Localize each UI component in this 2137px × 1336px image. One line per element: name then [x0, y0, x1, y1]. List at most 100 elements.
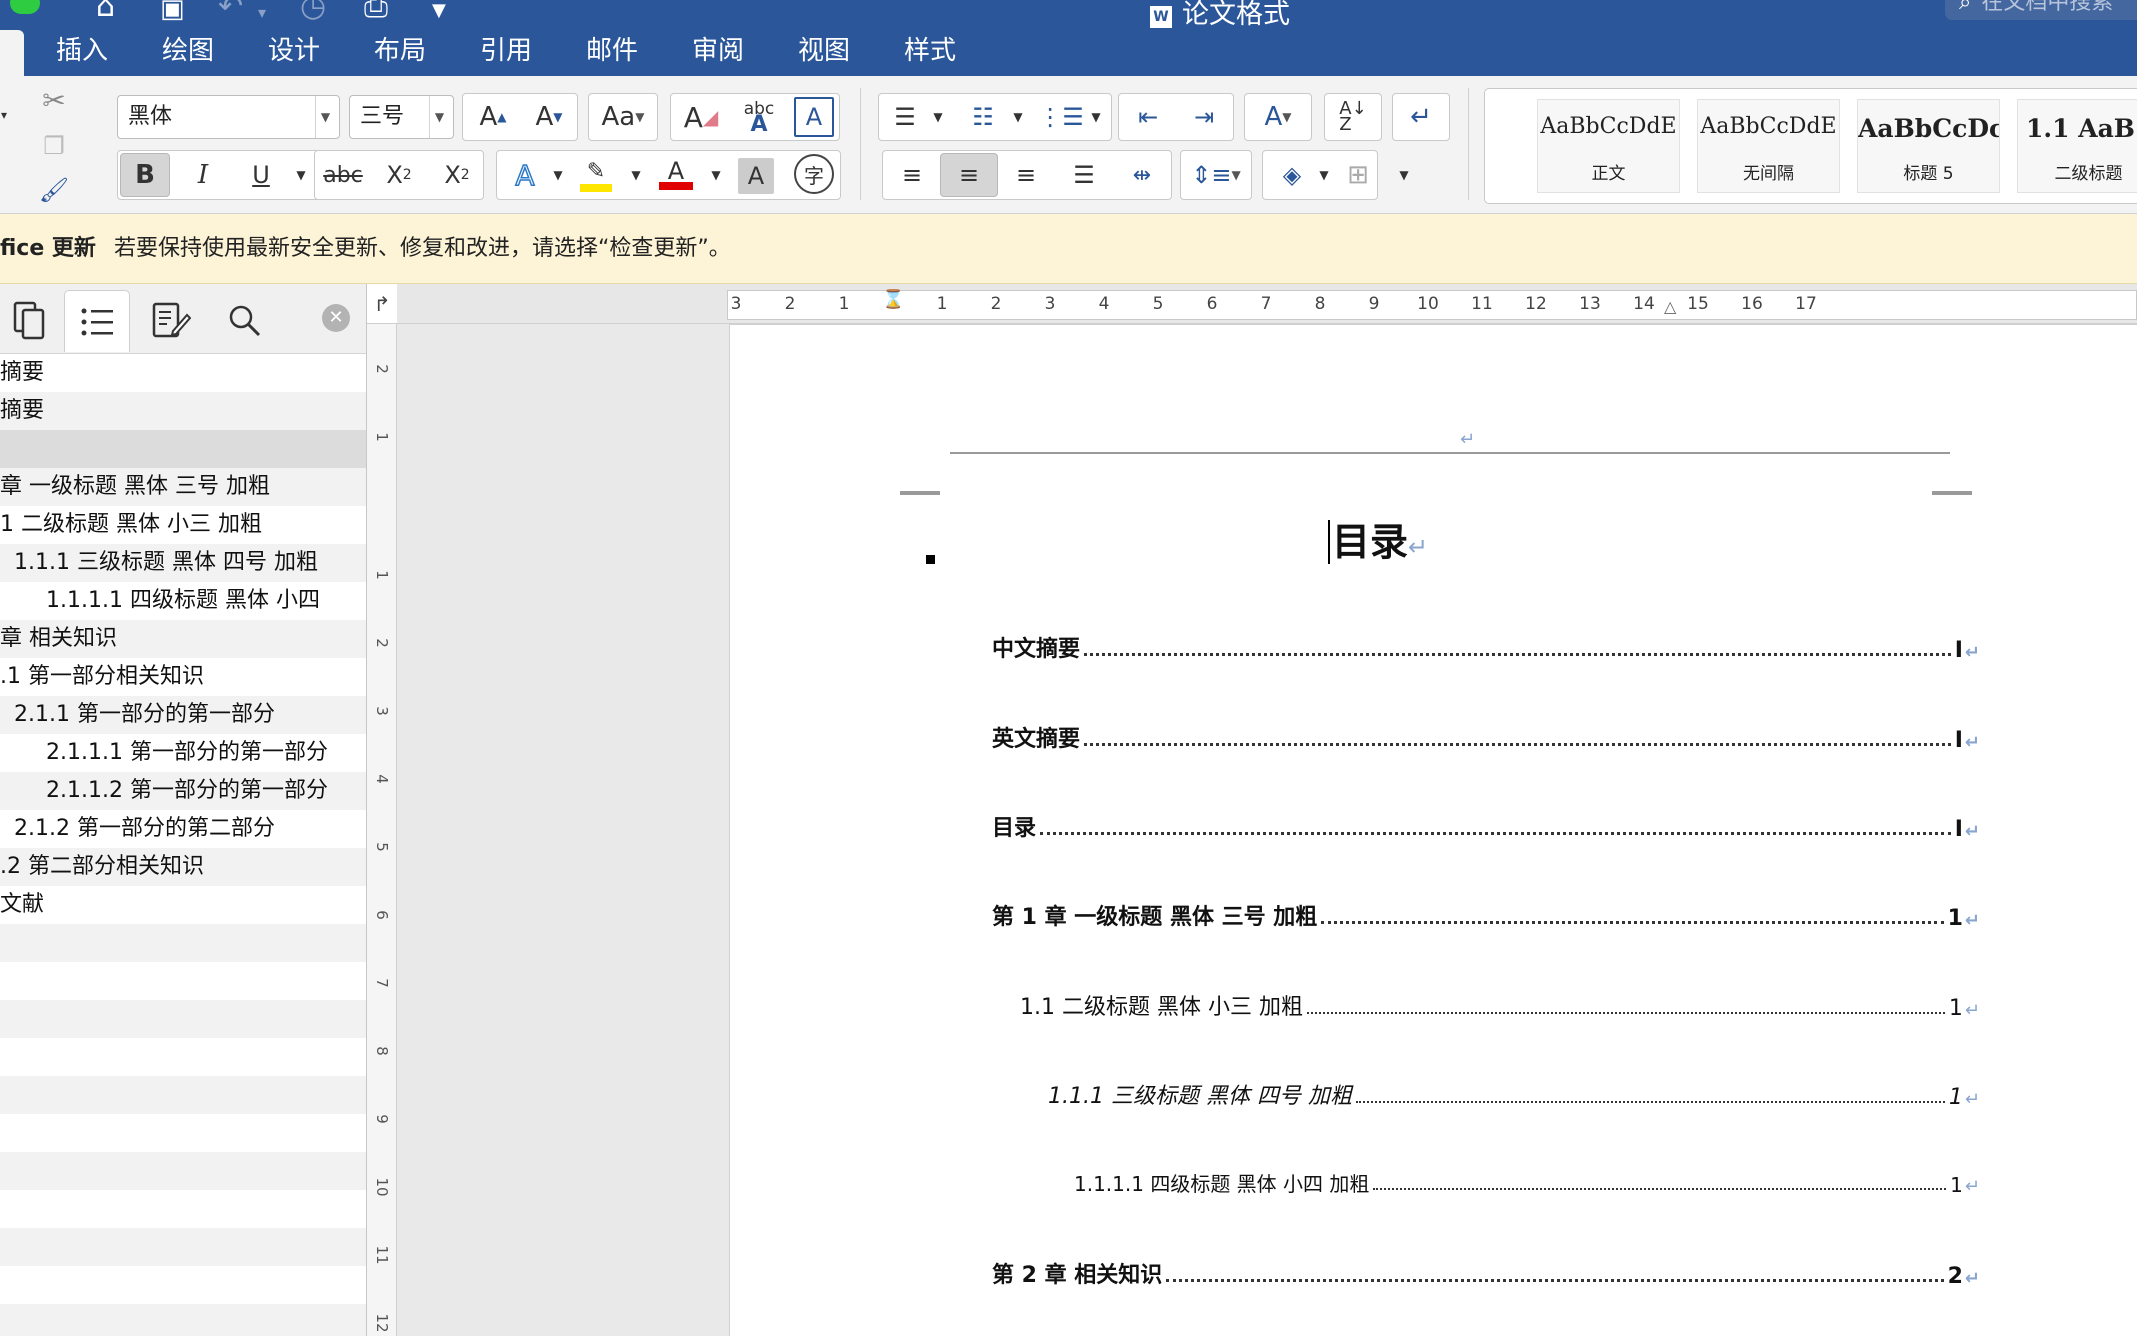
toc-entry[interactable]: 第 1 章 一级标题 黑体 三号 加粗 1 ↵ — [992, 899, 1980, 931]
subscript-button[interactable]: X2 — [374, 153, 424, 197]
document-page[interactable]: ↵ 目录↵ 中文摘要 I ↵ 英文摘要 I ↵ 目录 I ↵ 第 1 章 一级标题 黑体 三… — [729, 324, 2137, 1336]
tab-design[interactable]: 设计 — [268, 36, 320, 66]
vertical-ruler[interactable]: ↱ 2 1 1 2 3 4 5 6 7 8 9 10 11 12 — [367, 284, 397, 1336]
toc-entry[interactable]: 1.1 二级标题 黑体 小三 加粗 1 ↵ — [1020, 989, 1980, 1021]
highlight-icon[interactable]: ✎ — [576, 153, 616, 197]
chevron-down-icon[interactable]: ▼ — [315, 96, 335, 138]
style-normal[interactable]: AaBbCcDdE 正文 — [1537, 99, 1680, 193]
toc-entry[interactable]: 1.1.1 三级标题 黑体 四号 加粗 1 ↵ — [1048, 1078, 1980, 1110]
multilevel-dropdown-icon[interactable]: ▼ — [1086, 95, 1106, 139]
tab-view[interactable]: 视图 — [798, 36, 850, 66]
text-direction-icon[interactable]: A ▼ — [1244, 93, 1312, 141]
align-right-icon[interactable]: ≡ — [1000, 153, 1052, 197]
nav-item[interactable]: .2 第二部分相关知识 — [0, 848, 366, 886]
tab-home-edge[interactable] — [0, 30, 24, 76]
tab-search[interactable] — [212, 290, 278, 352]
tab-styles[interactable]: 样式 — [904, 36, 956, 66]
nav-item[interactable]: 章 一级标题 黑体 三号 加粗 — [0, 468, 366, 506]
shrink-font-icon[interactable]: A ▼ — [524, 95, 574, 139]
font-color-dropdown-icon[interactable]: ▼ — [706, 153, 726, 197]
nav-item-selected[interactable] — [0, 430, 366, 468]
text-effects-dropdown-icon[interactable]: ▼ — [548, 153, 568, 197]
ruler-track[interactable]: 3 2 1 ⌛ 1 2 3 4 5 6 7 8 9 10 11 12 13 14… — [727, 289, 2137, 320]
tab-review[interactable]: 审阅 — [692, 36, 744, 66]
clear-formatting-icon[interactable]: A ◢ — [674, 95, 728, 139]
distributed-icon[interactable]: ⇹ — [1116, 153, 1168, 197]
show-formatting-marks-icon[interactable]: ↵ — [1392, 93, 1450, 141]
shading-icon[interactable]: ◈ — [1266, 153, 1318, 197]
copy-icon[interactable]: ❐ — [36, 128, 72, 164]
highlight-dropdown-icon[interactable]: ▼ — [626, 153, 646, 197]
home-icon[interactable]: ⌂ — [96, 0, 115, 22]
nav-item[interactable]: 1.1.1.1 四级标题 黑体 小四 — [0, 582, 366, 620]
toc-entry[interactable]: 第 2 章 相关知识 2 ↵ — [992, 1257, 1980, 1289]
tab-mailings[interactable]: 邮件 — [586, 36, 638, 66]
character-border-icon[interactable]: A — [794, 97, 834, 137]
window-zoom-button[interactable] — [10, 0, 40, 14]
shading-dropdown-icon[interactable]: ▼ — [1314, 153, 1334, 197]
font-size-combobox[interactable]: 三号 ▼ — [349, 95, 454, 139]
chevron-down-icon[interactable]: ▼ — [429, 96, 449, 138]
align-left-icon[interactable]: ≡ — [886, 153, 938, 197]
close-icon[interactable]: ✕ — [322, 304, 350, 332]
print-icon[interactable]: ⎙ — [364, 0, 388, 22]
nav-item[interactable]: 文献 — [0, 886, 366, 924]
italic-button[interactable]: I — [178, 153, 228, 197]
change-case-icon[interactable]: Aa ▼ — [588, 93, 658, 141]
superscript-button[interactable]: X2 — [432, 153, 482, 197]
nav-item[interactable]: 摘要 — [0, 392, 366, 430]
tab-selector-icon[interactable]: ↱ — [367, 284, 397, 324]
tab-layout[interactable]: 布局 — [374, 36, 426, 66]
format-painter-icon[interactable]: 🖌 — [36, 172, 72, 208]
tab-thumbnails[interactable] — [0, 290, 62, 352]
enclose-characters-icon[interactable]: 字 — [794, 154, 834, 194]
tab-document-map[interactable] — [64, 290, 130, 352]
nav-item[interactable]: 章 相关知识 — [0, 620, 366, 658]
bullets-icon[interactable]: ☰ — [882, 95, 928, 139]
tab-draw[interactable]: 绘图 — [162, 36, 214, 66]
borders-dropdown-icon[interactable]: ▼ — [1394, 153, 1414, 197]
increase-indent-icon[interactable]: ⇥ — [1178, 95, 1230, 139]
underline-dropdown-icon[interactable]: ▼ — [290, 153, 312, 197]
strikethrough-button[interactable]: abc — [318, 153, 368, 197]
cut-icon[interactable]: ✂ — [36, 82, 72, 118]
nav-item[interactable]: 2.1.1 第一部分的第一部分 — [0, 696, 366, 734]
nav-item[interactable]: 摘要 — [0, 354, 366, 392]
toc-entry[interactable]: 中文摘要 I ↵ — [992, 631, 1980, 663]
decrease-indent-icon[interactable]: ⇤ — [1122, 95, 1174, 139]
nav-item[interactable]: 2.1.2 第一部分的第二部分 — [0, 810, 366, 848]
numbering-icon[interactable]: ☷ — [960, 95, 1006, 139]
nav-item[interactable]: 2.1.1.2 第一部分的第一部分 — [0, 772, 366, 810]
nav-item[interactable]: 2.1.1.1 第一部分的第一部分 — [0, 734, 366, 772]
toc-title[interactable]: 目录↵ — [1328, 511, 1428, 566]
numbering-dropdown-icon[interactable]: ▼ — [1008, 95, 1028, 139]
redo-icon[interactable]: ◷ — [300, 0, 326, 22]
style-heading-5[interactable]: AaBbCcDc 标题 5 — [1857, 99, 2000, 193]
nav-item[interactable]: 1.1.1 三级标题 黑体 四号 加粗 — [0, 544, 366, 582]
sort-icon[interactable]: A↓ Z — [1324, 93, 1382, 141]
undo-dropdown-icon[interactable]: ▾ — [258, 0, 266, 26]
save-icon[interactable]: ▣ — [160, 0, 185, 22]
customize-toolbar-icon[interactable]: ▼ — [432, 0, 446, 24]
phonetic-guide-icon[interactable]: abc A — [732, 95, 786, 139]
multilevel-list-icon[interactable]: ⋮☰ — [1038, 95, 1084, 139]
font-color-icon[interactable]: A — [654, 153, 698, 197]
document-search-input[interactable]: ⌕ 在文档中搜索 — [1945, 0, 2137, 20]
bold-button[interactable]: B — [120, 153, 170, 197]
grow-font-icon[interactable]: A ▲ — [468, 95, 518, 139]
text-effects-icon[interactable]: A — [500, 153, 550, 197]
tab-references[interactable]: 引用 — [480, 36, 532, 66]
toc-entry[interactable]: 1.1.1.1 四级标题 黑体 小四 加粗 1 ↵ — [1074, 1168, 1980, 1197]
borders-icon[interactable]: ⊞ — [1338, 153, 1378, 197]
toc-entry[interactable]: 英文摘要 I ↵ — [992, 721, 1980, 753]
paste-dropdown-icon[interactable]: ▾ — [0, 100, 14, 130]
justify-icon[interactable]: ☰ — [1058, 153, 1110, 197]
bullets-dropdown-icon[interactable]: ▼ — [928, 95, 948, 139]
character-shading-icon[interactable]: A — [738, 158, 774, 194]
right-indent-marker[interactable]: △ — [1664, 297, 1676, 316]
undo-icon[interactable]: ↶ — [218, 0, 243, 22]
horizontal-ruler[interactable]: 3 2 1 ⌛ 1 2 3 4 5 6 7 8 9 10 11 12 13 14… — [397, 284, 2137, 324]
toc-entry[interactable]: 目录 I ↵ — [992, 810, 1980, 842]
underline-button[interactable]: U — [236, 153, 286, 197]
tab-comments[interactable] — [138, 290, 204, 352]
